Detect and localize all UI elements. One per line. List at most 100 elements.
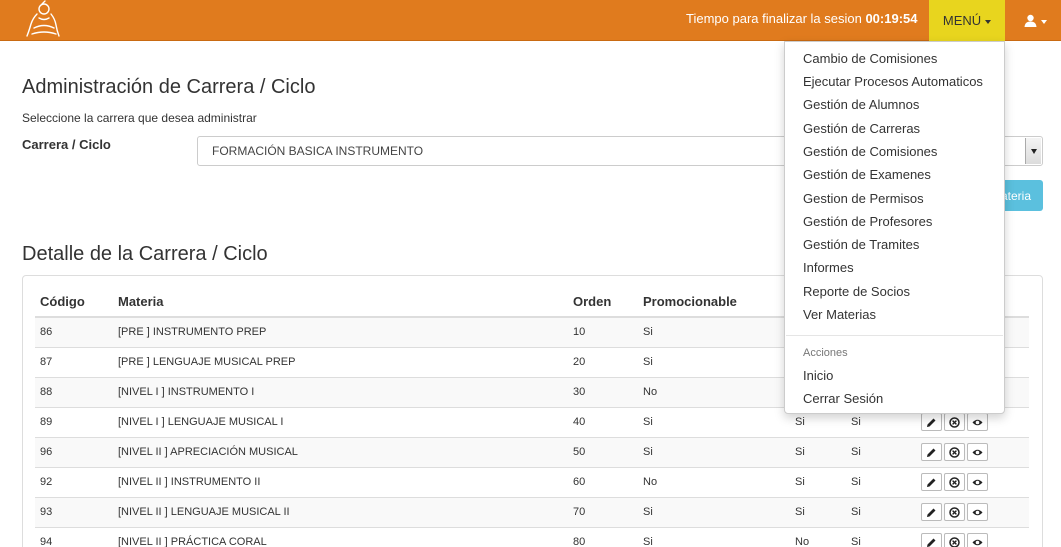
page-title: Administración de Carrera / Ciclo — [22, 76, 316, 98]
view-eye-icon[interactable] — [967, 413, 988, 431]
cell-promocionable: No — [638, 466, 790, 497]
row-actions — [921, 503, 1024, 521]
row-actions — [921, 443, 1024, 461]
cell-orden: 50 — [568, 436, 638, 467]
main-menu-button[interactable]: MENÚ — [929, 0, 1005, 41]
menu-item-gestion-de-examenes[interactable]: Gestión de Examenes — [803, 167, 931, 182]
cell-actions — [916, 526, 1029, 547]
menu-item-gestion-de-alumnos[interactable]: Gestión de Alumnos — [803, 97, 919, 112]
cell-flag-b: Si — [846, 496, 916, 527]
menu-item-ver-materias[interactable]: Ver Materias — [803, 307, 876, 322]
col-header-materia: Materia — [113, 286, 568, 318]
menu-item-informes[interactable]: Informes — [803, 260, 854, 275]
cell-flag-a: Si — [790, 496, 846, 527]
cell-promocionable: Si — [638, 526, 790, 547]
menu-item-gestion-de-profesores[interactable]: Gestión de Profesores — [803, 214, 932, 229]
table-row: 92 [NIVEL II ] INSTRUMENTO II 60 No Si Si — [35, 466, 1029, 497]
cell-code: 87 — [35, 346, 113, 377]
menu-item-gestion-de-carreras[interactable]: Gestión de Carreras — [803, 121, 920, 136]
delete-circle-x-icon[interactable] — [944, 413, 965, 431]
select-arrow-icon[interactable] — [1025, 138, 1041, 164]
delete-circle-x-icon[interactable] — [944, 473, 965, 491]
row-actions — [921, 413, 1024, 431]
cell-flag-a: Si — [790, 436, 846, 467]
cell-actions — [916, 436, 1029, 467]
cell-promocionable: Si — [638, 406, 790, 437]
cell-code: 88 — [35, 376, 113, 407]
cell-orden: 40 — [568, 406, 638, 437]
cell-materia: [NIVEL II ] LENGUAJE MUSICAL II — [113, 496, 568, 527]
menu-label: MENÚ — [942, 13, 982, 28]
menu-item-cambio-de-comisiones[interactable]: Cambio de Comisiones — [803, 51, 937, 66]
cell-promocionable: Si — [638, 436, 790, 467]
cell-orden: 20 — [568, 346, 638, 377]
menu-item-reporte-de-socios[interactable]: Reporte de Socios — [803, 284, 910, 299]
cell-promocionable: Si — [638, 316, 790, 347]
cell-orden: 80 — [568, 526, 638, 547]
add-subject-label: ateria — [1000, 188, 1031, 203]
cell-flag-b: Si — [846, 526, 916, 547]
user-menu-button[interactable] — [1015, 0, 1055, 41]
menu-item-ejecutar-procesos-automaticos[interactable]: Ejecutar Procesos Automaticos — [803, 74, 983, 89]
cell-materia: [NIVEL II ] PRÁCTICA CORAL — [113, 526, 568, 547]
cell-materia: [PRE ] LENGUAJE MUSICAL PREP — [113, 346, 568, 377]
main-menu-dropdown: Cambio de Comisiones Ejecutar Procesos Au… — [784, 41, 1005, 414]
delete-circle-x-icon[interactable] — [944, 533, 965, 547]
cell-promocionable: Si — [638, 496, 790, 527]
edit-pencil-icon[interactable] — [921, 413, 942, 431]
row-actions — [921, 473, 1024, 491]
session-label: Tiempo para finalizar la sesion — [686, 11, 862, 26]
menu-section-header: Acciones — [803, 347, 848, 359]
table-row: 96 [NIVEL II ] APRECIACIÓN MUSICAL 50 Si Si S… — [35, 436, 1029, 467]
cell-materia: [NIVEL I ] INSTRUMENTO I — [113, 376, 568, 407]
row-actions — [921, 533, 1024, 547]
page-subtitle: Seleccione la carrera que desea administ… — [22, 111, 257, 125]
cell-materia: [PRE ] INSTRUMENTO PREP — [113, 316, 568, 347]
career-select-value: FORMACIÓN BASICA INSTRUMENTO — [212, 144, 424, 158]
menu-item-gestion-de-comisiones[interactable]: Gestión de Comisiones — [803, 144, 937, 159]
edit-pencil-icon[interactable] — [921, 503, 942, 521]
cell-materia: [NIVEL II ] APRECIACIÓN MUSICAL — [113, 436, 568, 467]
cell-code: 92 — [35, 466, 113, 497]
delete-circle-x-icon[interactable] — [944, 503, 965, 521]
cell-flag-b: Si — [846, 466, 916, 497]
view-eye-icon[interactable] — [967, 503, 988, 521]
caret-down-icon — [985, 19, 992, 24]
view-eye-icon[interactable] — [967, 443, 988, 461]
table-row: 94 [NIVEL II ] PRÁCTICA CORAL 80 Si No Si — [35, 526, 1029, 547]
col-header-promocionable: Promocionable — [638, 286, 790, 318]
cell-orden: 10 — [568, 316, 638, 347]
cell-orden: 30 — [568, 376, 638, 407]
menu-item-gestion-de-permisos[interactable]: Gestion de Permisos — [803, 191, 924, 206]
table-row: 93 [NIVEL II ] LENGUAJE MUSICAL II 70 Si Si S… — [35, 496, 1029, 527]
menu-action-cerrar-sesion[interactable]: Cerrar Sesión — [803, 391, 883, 406]
cell-materia: [NIVEL I ] LENGUAJE MUSICAL I — [113, 406, 568, 437]
menu-item-gestion-de-tramites[interactable]: Gestión de Tramites — [803, 237, 919, 252]
view-eye-icon[interactable] — [967, 533, 988, 547]
cell-orden: 60 — [568, 466, 638, 497]
cell-code: 94 — [35, 526, 113, 547]
delete-circle-x-icon[interactable] — [944, 443, 965, 461]
cell-promocionable: No — [638, 376, 790, 407]
cell-code: 86 — [35, 316, 113, 347]
session-time: 00:19:54 — [865, 11, 918, 26]
cell-promocionable: Si — [638, 346, 790, 377]
cell-code: 96 — [35, 436, 113, 467]
edit-pencil-icon[interactable] — [921, 533, 942, 547]
cell-actions — [916, 496, 1029, 527]
edit-pencil-icon[interactable] — [921, 473, 942, 491]
menu-divider — [786, 335, 1003, 336]
cell-flag-b: Si — [846, 436, 916, 467]
edit-pencil-icon[interactable] — [921, 443, 942, 461]
user-icon — [1024, 14, 1036, 27]
view-eye-icon[interactable] — [967, 473, 988, 491]
cell-flag-a: No — [790, 526, 846, 547]
cell-code: 93 — [35, 496, 113, 527]
cell-code: 89 — [35, 406, 113, 437]
caret-down-icon — [1040, 19, 1047, 24]
col-header-code: Código — [35, 286, 113, 318]
menu-action-inicio[interactable]: Inicio — [803, 368, 833, 383]
top-navbar: Tiempo para finalizar la sesion 00:19:54… — [0, 0, 1061, 41]
cell-flag-a: Si — [790, 466, 846, 497]
musician-logo-icon[interactable] — [20, 0, 66, 40]
